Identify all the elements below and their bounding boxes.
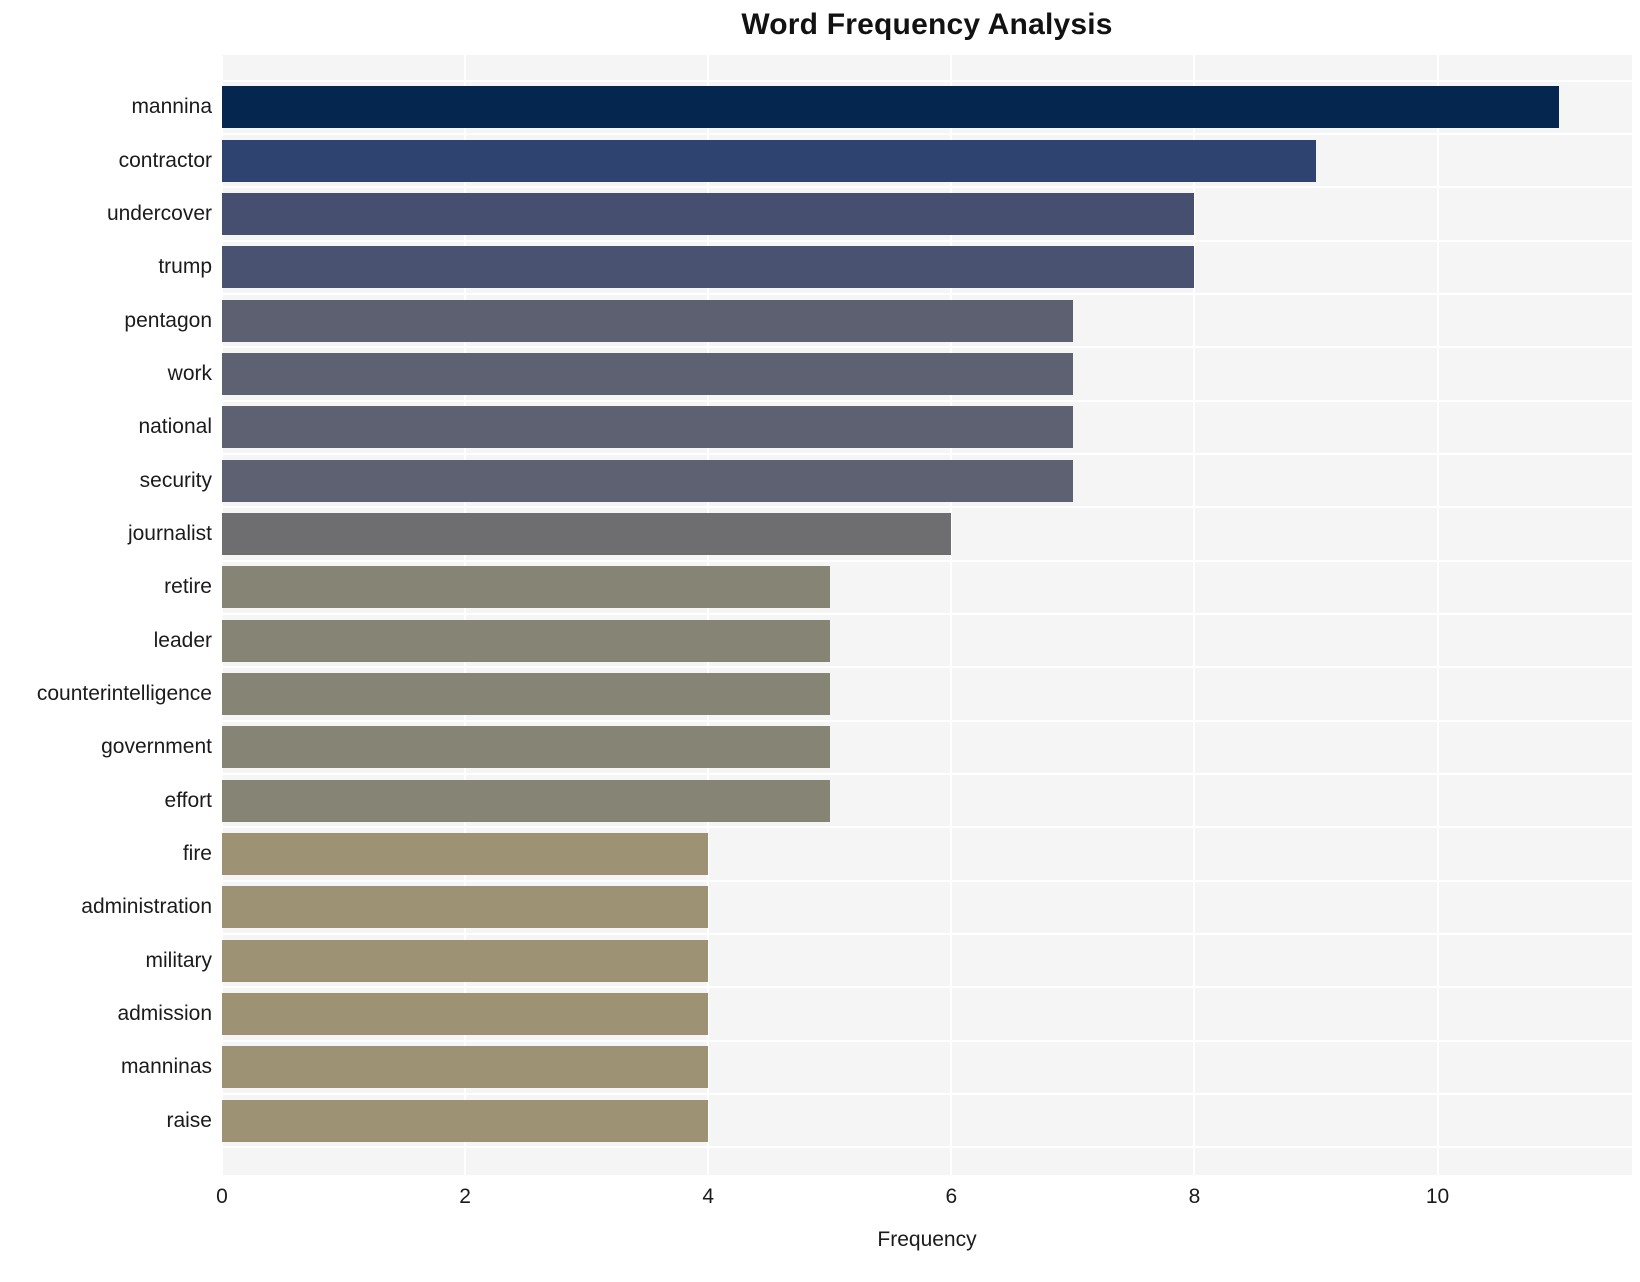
word-frequency-bar-chart: Word Frequency Analysis mannina contracto… xyxy=(0,0,1640,1282)
y-axis-tick-label: mannina xyxy=(131,95,212,119)
gridline-horizontal xyxy=(222,1146,1632,1149)
bar[interactable] xyxy=(222,619,830,662)
gridline-horizontal xyxy=(222,132,1632,135)
bar[interactable] xyxy=(222,139,1316,182)
bar[interactable] xyxy=(222,1099,709,1142)
gridline-horizontal xyxy=(222,399,1632,402)
y-axis-tick-label: administration xyxy=(81,895,212,919)
x-axis-label: Frequency xyxy=(877,1228,977,1251)
x-axis-tick-label: 6 xyxy=(945,1185,958,1208)
y-axis-tick-label: raise xyxy=(166,1108,212,1132)
gridline-horizontal xyxy=(222,826,1632,829)
gridline-horizontal xyxy=(222,346,1632,349)
y-axis-tick-label: admission xyxy=(117,1001,212,1025)
gridline-horizontal xyxy=(222,719,1632,722)
gridline-horizontal xyxy=(222,986,1632,989)
y-axis-tick-label: effort xyxy=(164,788,212,812)
gridline-horizontal xyxy=(222,879,1632,882)
bar[interactable] xyxy=(222,352,1073,395)
gridline-horizontal xyxy=(222,186,1632,189)
plot-area xyxy=(222,55,1632,1175)
gridline-horizontal xyxy=(222,79,1632,82)
bar[interactable] xyxy=(222,192,1195,235)
y-axis-tick-label: fire xyxy=(182,841,212,865)
y-axis-tick-label: government xyxy=(101,735,212,759)
gridline-horizontal xyxy=(222,559,1632,562)
bar[interactable] xyxy=(222,886,709,929)
y-axis-tick-label: security xyxy=(139,468,212,492)
y-axis-tick-label: retire xyxy=(164,575,212,599)
x-axis-tick-label: 8 xyxy=(1188,1185,1201,1208)
gridline-horizontal xyxy=(222,612,1632,615)
bar[interactable] xyxy=(222,1046,709,1089)
y-axis-tick-label: pentagon xyxy=(124,308,212,332)
bar[interactable] xyxy=(222,939,709,982)
bar[interactable] xyxy=(222,726,830,769)
x-axis-tick-label: 10 xyxy=(1425,1185,1450,1208)
y-axis-tick-label: journalist xyxy=(127,521,212,545)
bar[interactable] xyxy=(222,566,830,609)
bar[interactable] xyxy=(222,406,1073,449)
gridline-horizontal xyxy=(222,1092,1632,1095)
chart-title: Word Frequency Analysis xyxy=(741,8,1113,41)
gridline-horizontal xyxy=(222,292,1632,295)
y-axis-tick-label: contractor xyxy=(118,148,212,172)
gridline-horizontal xyxy=(222,239,1632,242)
bar[interactable] xyxy=(222,512,952,555)
y-axis-tick-label: manninas xyxy=(120,1055,212,1079)
bar[interactable] xyxy=(222,246,1195,289)
bar[interactable] xyxy=(222,779,830,822)
y-axis-tick-label: trump xyxy=(158,255,212,279)
gridline-horizontal xyxy=(222,666,1632,669)
y-axis-tick-label: military xyxy=(145,948,213,972)
gridline-horizontal xyxy=(222,452,1632,455)
y-axis-tick-label: counterintelligence xyxy=(36,681,212,705)
gridline-horizontal xyxy=(222,506,1632,509)
bar[interactable] xyxy=(222,832,709,875)
bar[interactable] xyxy=(222,992,709,1035)
x-axis-tick-label: 2 xyxy=(459,1185,471,1208)
y-axis-tick-label: undercover xyxy=(106,201,212,225)
y-axis-tick-label: leader xyxy=(153,628,212,652)
bar[interactable] xyxy=(222,459,1073,502)
y-axis-tick-label: national xyxy=(138,415,212,439)
gridline-vertical xyxy=(1436,55,1439,1175)
bar[interactable] xyxy=(222,299,1073,342)
bar[interactable] xyxy=(222,672,830,715)
gridline-horizontal xyxy=(222,772,1632,775)
gridline-horizontal xyxy=(222,1039,1632,1042)
x-axis-tick-label: 0 xyxy=(216,1185,228,1208)
x-axis-tick-label: 4 xyxy=(702,1185,715,1208)
gridline-horizontal xyxy=(222,932,1632,935)
bar[interactable] xyxy=(222,86,1560,129)
y-axis-tick-label: work xyxy=(167,361,212,385)
